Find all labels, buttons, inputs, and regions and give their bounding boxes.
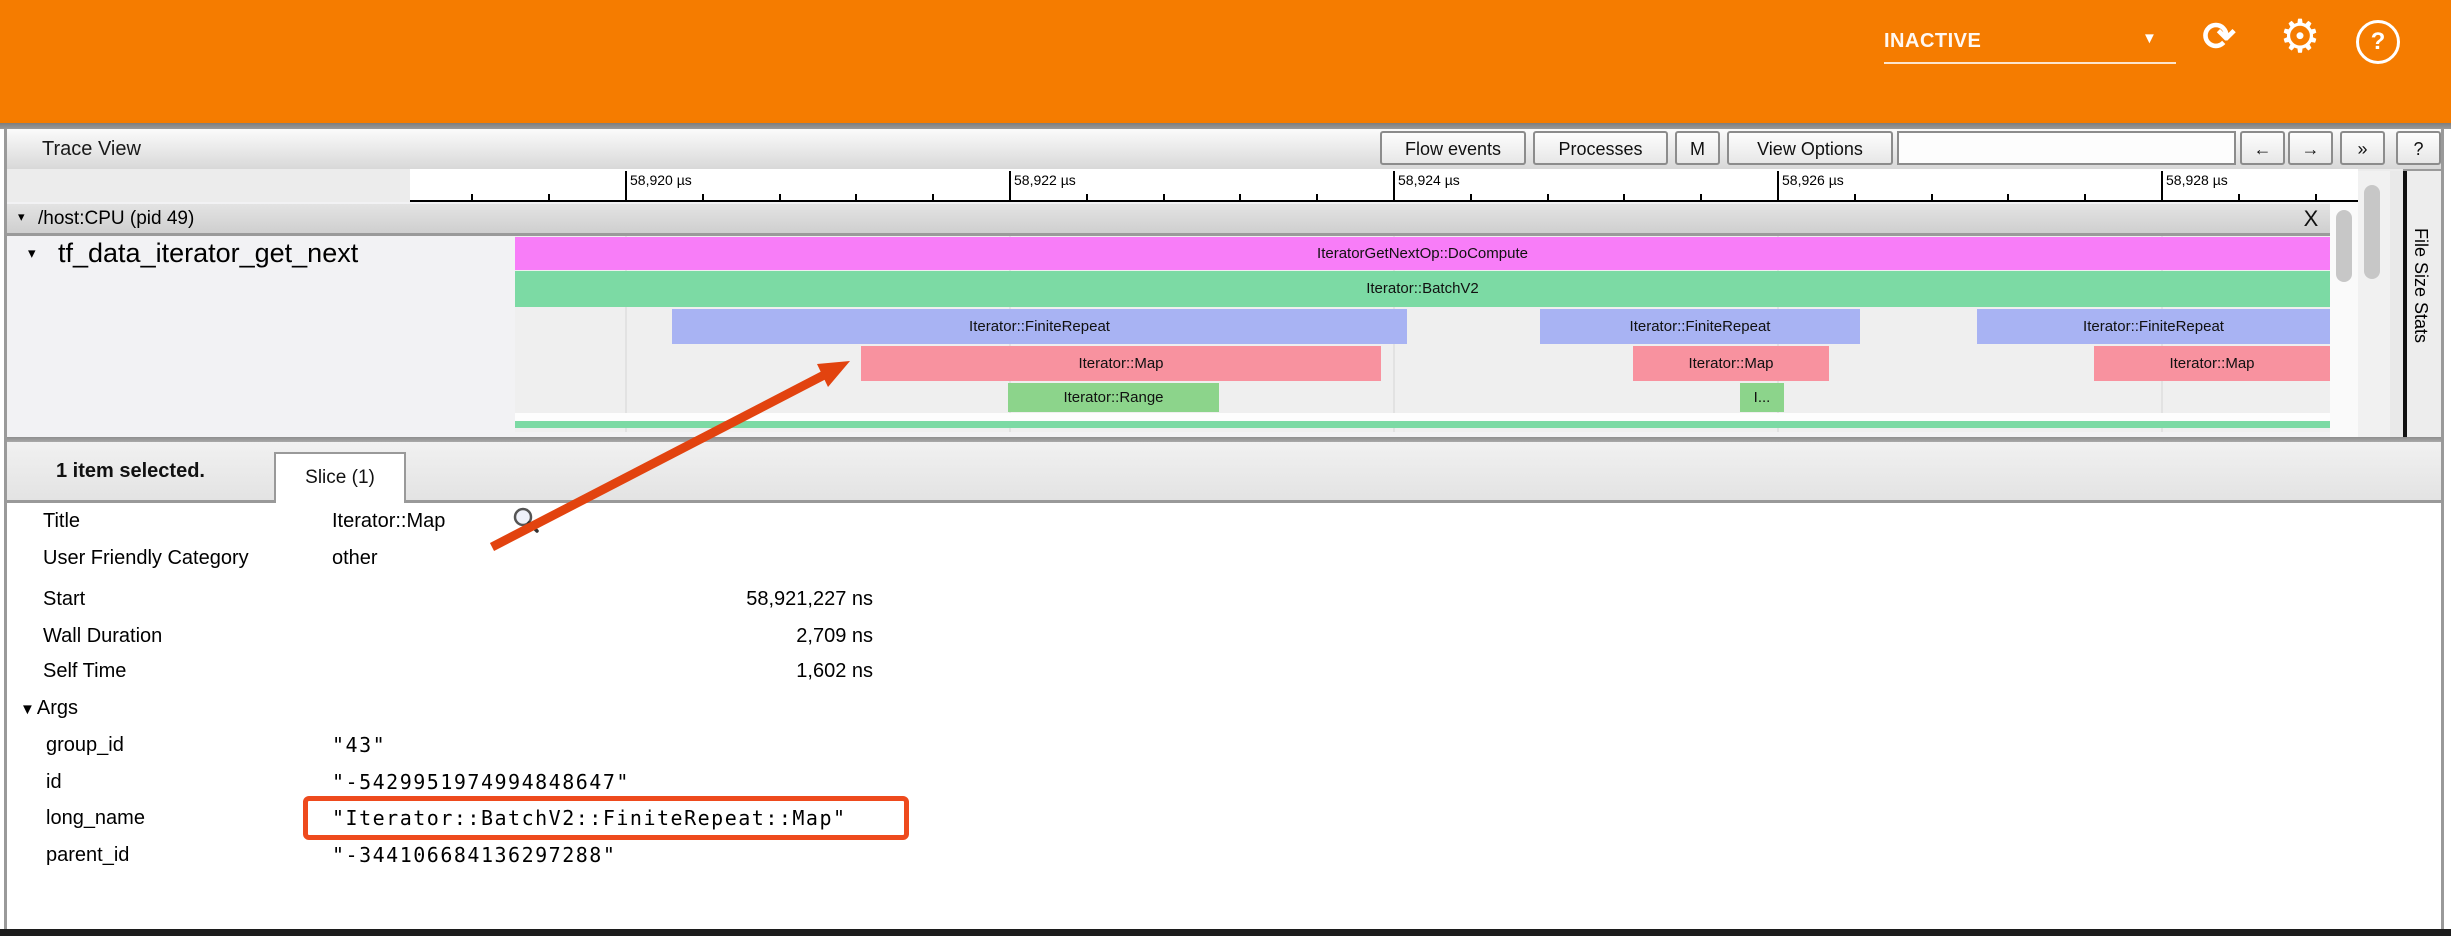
thread-track-label: tf_data_iterator_get_next — [58, 238, 358, 269]
ruler-minor-tick — [855, 194, 857, 202]
ruler-minor-tick — [1163, 194, 1165, 202]
trace-viewer-page: INACTIVE ▼ ⟳ ⚙ ? Trace View Flow events … — [0, 0, 2451, 936]
args-section-header[interactable]: ▼Args — [20, 693, 78, 723]
ruler-major-tick — [625, 171, 627, 202]
ruler-tick-label: 58,926 µs — [1782, 172, 1844, 188]
window-bottom-edge — [0, 929, 2451, 936]
trace-view-title: Trace View — [42, 129, 141, 169]
ruler-tick-label: 58,920 µs — [630, 172, 692, 188]
trace-slice-batch-sliver[interactable] — [515, 421, 2330, 428]
trace-slice-iterator-map[interactable]: Iterator::Map — [2094, 346, 2330, 381]
ruler-tick-label: 58,924 µs — [1398, 172, 1460, 188]
ruler-minor-tick — [932, 194, 934, 202]
gear-icon[interactable]: ⚙ — [2276, 10, 2324, 62]
trace-slice-iterator-map[interactable]: Iterator::Map — [1633, 346, 1829, 381]
ruler-minor-tick — [1931, 194, 1933, 202]
ruler-major-tick — [1393, 171, 1395, 202]
arg-key-parent-id: parent_id — [46, 840, 129, 870]
view-options-button[interactable]: View Options — [1727, 131, 1893, 165]
search-icon[interactable] — [512, 506, 540, 534]
ruler-minor-tick — [1547, 194, 1549, 202]
ruler-minor-tick — [702, 194, 704, 202]
arg-key-long-name: long_name — [46, 803, 145, 833]
processes-button[interactable]: Processes — [1533, 131, 1668, 165]
metrics-button[interactable]: M — [1675, 131, 1720, 165]
nav-right-button[interactable]: → — [2288, 131, 2333, 165]
flow-events-button[interactable]: Flow events — [1380, 131, 1526, 165]
ruler-minor-tick — [2084, 194, 2086, 202]
ruler-major-tick — [1009, 171, 1011, 202]
ruler-major-tick — [2161, 171, 2163, 202]
field-label-title: Title — [43, 506, 80, 536]
field-value-self-time: 1,602 ns — [473, 656, 873, 686]
ruler-minor-tick — [1316, 194, 1318, 202]
collapse-button[interactable]: » — [2340, 131, 2385, 165]
field-value-start: 58,921,227 ns — [473, 584, 873, 614]
arg-key-id: id — [46, 767, 62, 797]
process-expander-icon[interactable]: ▾ — [18, 209, 25, 225]
trace-slice-iterator-finiterepeat[interactable]: Iterator::FiniteRepeat — [1540, 309, 1860, 344]
ruler-minor-tick — [1239, 194, 1241, 202]
trace-slice-iterator-range[interactable]: I... — [1740, 383, 1784, 412]
field-label-start: Start — [43, 584, 85, 614]
panel-right-border — [2441, 129, 2444, 929]
highlight-box-annotation — [303, 796, 909, 840]
ruler-minor-tick — [1086, 194, 1088, 202]
refresh-icon[interactable]: ⟳ — [2196, 14, 2242, 60]
help-button[interactable]: ? — [2396, 131, 2441, 165]
nav-left-button[interactable]: ← — [2240, 131, 2285, 165]
ruler-minor-tick — [471, 194, 473, 202]
chevron-down-icon[interactable]: ▼ — [2142, 30, 2157, 47]
ruler-left-pad — [7, 169, 410, 202]
process-track-label: /host:CPU (pid 49) — [38, 204, 194, 233]
ruler-tick-label: 58,928 µs — [2166, 172, 2228, 188]
trace-slice-iterator-finiterepeat[interactable]: Iterator::FiniteRepeat — [672, 309, 1407, 344]
ruler-minor-tick — [1700, 194, 1702, 202]
ruler-major-tick — [1777, 171, 1779, 202]
args-label: Args — [37, 697, 78, 719]
ruler-minor-tick — [2315, 194, 2317, 202]
process-track-header[interactable] — [7, 204, 2330, 236]
file-size-stats-label: File Size Stats — [2410, 228, 2431, 343]
field-label-category: User Friendly Category — [43, 543, 249, 573]
trace-slice-iterator-get-next-op[interactable]: IteratorGetNextOp::DoCompute — [515, 237, 2330, 270]
ruler-tick-label: 58,922 µs — [1014, 172, 1076, 188]
field-value-title: Iterator::Map — [332, 506, 445, 536]
field-value-category: other — [332, 543, 378, 573]
status-dropdown[interactable]: INACTIVE — [1884, 20, 2176, 64]
sidebar-gap — [2390, 171, 2403, 437]
selection-summary-text: 1 item selected. — [56, 442, 205, 500]
arg-value-id: "-5429951974994848647" — [332, 767, 630, 797]
ruler-minor-tick — [1854, 194, 1856, 202]
field-label-wall-duration: Wall Duration — [43, 621, 162, 651]
tab-slice[interactable]: Slice (1) — [274, 452, 406, 503]
track-gap — [515, 413, 2330, 421]
view-scrollbar-thumb[interactable] — [2364, 185, 2380, 279]
help-icon[interactable]: ? — [2356, 20, 2400, 64]
arg-key-group-id: group_id — [46, 730, 124, 760]
field-value-wall-duration: 2,709 ns — [473, 621, 873, 651]
arg-value-group-id: "43" — [332, 730, 386, 760]
triangle-down-icon: ▼ — [20, 701, 35, 718]
field-label-self-time: Self Time — [43, 656, 126, 686]
trace-slice-iterator-batchv2[interactable]: Iterator::BatchV2 — [515, 271, 2330, 307]
track-scrollbar-thumb[interactable] — [2336, 210, 2352, 282]
ruler-minor-tick — [779, 194, 781, 202]
trace-slice-iterator-map[interactable]: Iterator::Map — [861, 346, 1381, 381]
trace-slice-iterator-range[interactable]: Iterator::Range — [1008, 383, 1219, 412]
ruler-minor-tick — [548, 194, 550, 202]
arg-value-parent-id: "-344106684136297288" — [332, 840, 616, 870]
ruler-minor-tick — [1470, 194, 1472, 202]
trace-search-input[interactable] — [1897, 131, 2236, 165]
ruler-minor-tick — [2007, 194, 2009, 202]
ruler-minor-tick — [2238, 194, 2240, 202]
trace-slice-iterator-finiterepeat[interactable]: Iterator::FiniteRepeat — [1977, 309, 2330, 344]
ruler-minor-tick — [1623, 194, 1625, 202]
thread-expander-icon[interactable]: ▾ — [28, 244, 36, 262]
close-icon[interactable]: X — [2296, 205, 2326, 233]
